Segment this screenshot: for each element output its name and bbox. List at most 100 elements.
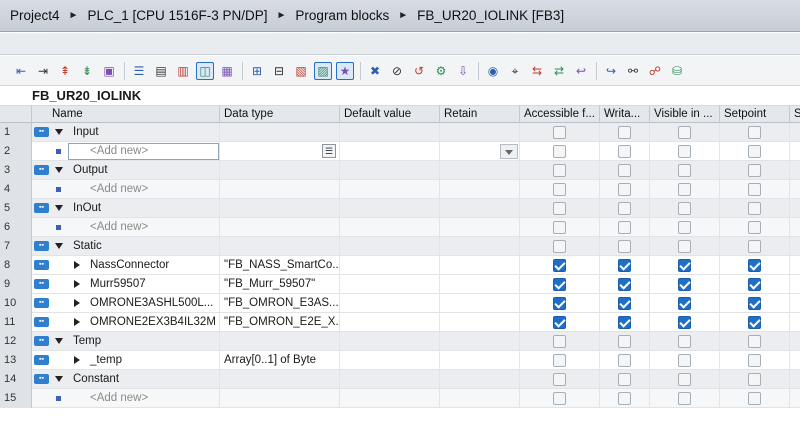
setpoint-checkbox[interactable] xyxy=(748,316,761,329)
retain-cell[interactable] xyxy=(440,123,520,142)
name-cell[interactable]: <Add new> xyxy=(50,218,220,237)
watch-icon[interactable]: ◉ xyxy=(484,62,502,80)
retain-cell[interactable] xyxy=(440,370,520,389)
expand-icon[interactable] xyxy=(74,261,80,269)
table-row[interactable]: 8 ▪▪ NassConnector "FB_NASS_SmartCo... xyxy=(0,256,800,275)
visible-checkbox[interactable] xyxy=(678,278,691,291)
reset-icon[interactable]: ↺ xyxy=(410,62,428,80)
row-number[interactable]: 3 xyxy=(0,161,32,180)
header-default-value[interactable]: Default value xyxy=(340,106,440,123)
retain-cell[interactable] xyxy=(440,313,520,332)
comment-icon[interactable]: ◫ xyxy=(196,61,214,80)
data-type-cell[interactable]: "FB_NASS_SmartCo... xyxy=(220,256,340,275)
setpoint-checkbox[interactable] xyxy=(748,202,761,215)
default-value-cell[interactable] xyxy=(340,332,440,351)
data-type-cell[interactable] xyxy=(220,370,340,389)
retain-cell[interactable] xyxy=(440,199,520,218)
writable-checkbox[interactable] xyxy=(618,202,631,215)
default-value-cell[interactable] xyxy=(340,370,440,389)
collapse-icon[interactable] xyxy=(55,167,63,173)
delete-icon[interactable]: ✖ xyxy=(366,62,384,80)
collapse-icon[interactable] xyxy=(55,129,63,135)
accessible-checkbox[interactable] xyxy=(553,278,566,291)
header-visible[interactable]: Visible in ... xyxy=(650,106,720,123)
connect-icon[interactable]: ↪ xyxy=(602,62,620,80)
row-number[interactable]: 11 xyxy=(0,313,32,332)
data-type-cell[interactable]: "FB_OMRON_E2E_X... xyxy=(220,313,340,332)
indent-icon[interactable]: ☰ xyxy=(130,62,148,80)
data-type-cell[interactable]: Array[0..1] of Byte xyxy=(220,351,340,370)
name-cell[interactable]: Static xyxy=(50,237,220,256)
compare-icon[interactable]: ⇆ xyxy=(528,62,546,80)
default-value-cell[interactable] xyxy=(340,180,440,199)
default-value-cell[interactable] xyxy=(340,351,440,370)
retain-cell[interactable] xyxy=(440,237,520,256)
table-row[interactable]: 12 ▪▪ Temp xyxy=(0,332,800,351)
collapse-icon[interactable] xyxy=(55,376,63,382)
name-cell[interactable]: <Add new> xyxy=(50,142,220,161)
table-row[interactable]: 7 ▪▪ Static xyxy=(0,237,800,256)
writable-checkbox[interactable] xyxy=(618,126,631,139)
name-cell[interactable]: <Add new> xyxy=(50,389,220,408)
row-number[interactable]: 15 xyxy=(0,389,32,408)
accessible-checkbox[interactable] xyxy=(553,126,566,139)
name-cell[interactable]: Input xyxy=(50,123,220,142)
row-number[interactable]: 10 xyxy=(0,294,32,313)
table-row[interactable]: 10 ▪▪ OMRONE3ASHL500L... "FB_OMRON_E3AS... xyxy=(0,294,800,313)
writable-checkbox[interactable] xyxy=(618,145,631,158)
data-type-cell[interactable] xyxy=(220,180,340,199)
default-value-cell[interactable] xyxy=(340,161,440,180)
expand-icon[interactable] xyxy=(74,356,80,364)
visible-checkbox[interactable] xyxy=(678,183,691,196)
data-type-cell[interactable]: "FB_OMRON_E3AS... xyxy=(220,294,340,313)
visible-checkbox[interactable] xyxy=(678,259,691,272)
data-type-cell[interactable] xyxy=(220,237,340,256)
expand-icon[interactable] xyxy=(74,299,80,307)
name-cell[interactable]: Constant xyxy=(50,370,220,389)
visible-checkbox[interactable] xyxy=(678,316,691,329)
default-value-cell[interactable] xyxy=(340,256,440,275)
writable-checkbox[interactable] xyxy=(618,221,631,234)
retain-cell[interactable] xyxy=(440,294,520,313)
visible-checkbox[interactable] xyxy=(678,354,691,367)
accessible-checkbox[interactable] xyxy=(553,373,566,386)
retain-cell[interactable] xyxy=(440,256,520,275)
breadcrumb-plc[interactable]: PLC_1 [CPU 1516F-3 PN/DP] xyxy=(87,8,267,23)
add-new-placeholder[interactable]: <Add new> xyxy=(90,180,148,198)
name-cell[interactable]: OMRONE3ASHL500L... xyxy=(50,294,220,313)
setpoint-checkbox[interactable] xyxy=(748,240,761,253)
data-type-cell[interactable] xyxy=(220,332,340,351)
expand-icon[interactable] xyxy=(74,318,80,326)
accessible-checkbox[interactable] xyxy=(553,202,566,215)
add-new-placeholder[interactable]: <Add new> xyxy=(90,218,148,236)
tag-icon[interactable]: ⊞ xyxy=(248,62,266,80)
visible-checkbox[interactable] xyxy=(678,392,691,405)
data-type-cell[interactable] xyxy=(220,389,340,408)
visible-checkbox[interactable] xyxy=(678,335,691,348)
view-icon[interactable]: ▨ xyxy=(314,61,332,80)
retain-cell[interactable] xyxy=(440,389,520,408)
table-row[interactable]: 4 <Add new> xyxy=(0,180,800,199)
name-cell[interactable]: Murr59507 xyxy=(50,275,220,294)
list-icon[interactable]: ▤ xyxy=(152,62,170,80)
sort-icon[interactable]: ▧ xyxy=(292,62,310,80)
details-icon[interactable]: ▥ xyxy=(174,62,192,80)
writable-checkbox[interactable] xyxy=(618,164,631,177)
setpoint-checkbox[interactable] xyxy=(748,278,761,291)
compare-2-icon[interactable]: ⇄ xyxy=(550,62,568,80)
accessible-checkbox[interactable] xyxy=(553,335,566,348)
visible-checkbox[interactable] xyxy=(678,221,691,234)
name-cell[interactable]: NassConnector xyxy=(50,256,220,275)
insert-below-icon[interactable]: ⇟ xyxy=(78,62,96,80)
clear-icon[interactable]: ⊘ xyxy=(388,62,406,80)
data-type-cell[interactable]: "FB_Murr_59507" xyxy=(220,275,340,294)
row-number[interactable]: 1 xyxy=(0,123,32,142)
accessible-checkbox[interactable] xyxy=(553,297,566,310)
accessible-checkbox[interactable] xyxy=(553,221,566,234)
table-row[interactable]: 11 ▪▪ OMRONE2EX3B4IL32M "FB_OMRON_E2E_X... xyxy=(0,313,800,332)
visible-checkbox[interactable] xyxy=(678,373,691,386)
row-number[interactable]: 8 xyxy=(0,256,32,275)
expand-icon[interactable] xyxy=(74,280,80,288)
retain-cell[interactable] xyxy=(440,332,520,351)
favorites-icon[interactable]: ★ xyxy=(336,61,354,80)
